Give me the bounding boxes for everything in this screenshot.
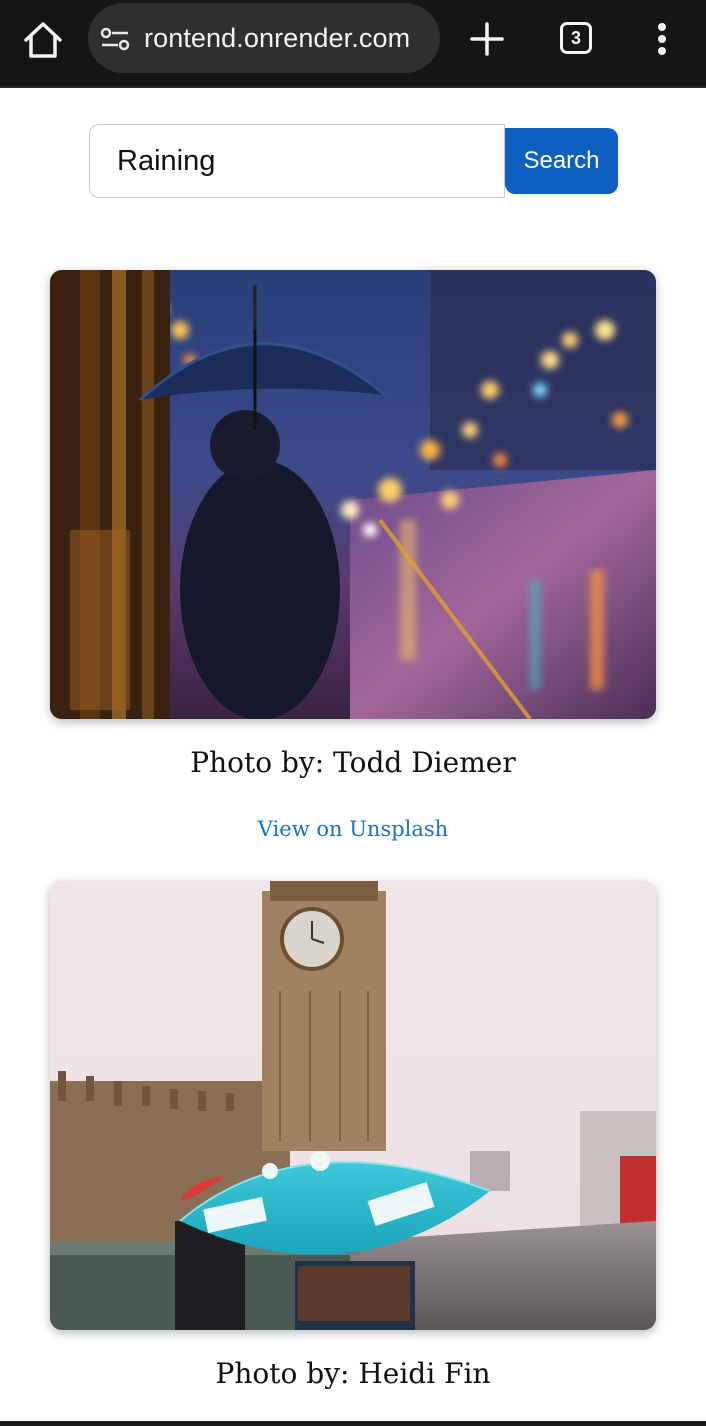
tab-count: 3 xyxy=(570,28,581,48)
photo-credit: Photo by: Heidi Fin xyxy=(215,1357,491,1390)
bottom-edge xyxy=(0,1421,706,1426)
url-text: rontend.onrender.com xyxy=(144,23,411,53)
photo-image[interactable] xyxy=(50,881,656,1330)
search-button[interactable]: Search xyxy=(505,128,618,194)
address-bar[interactable]: rontend.onrender.com xyxy=(88,3,440,73)
tab-switcher-button[interactable]: 3 xyxy=(560,22,592,54)
photo-image[interactable] xyxy=(50,270,656,719)
browser-menu-button[interactable] xyxy=(648,20,676,60)
search-input[interactable] xyxy=(89,124,505,198)
view-on-unsplash-link[interactable]: View on Unsplash xyxy=(50,817,656,841)
search-form: Search xyxy=(89,124,619,198)
home-button[interactable] xyxy=(20,18,66,62)
photo-card: Photo by: Todd Diemer View on Unsplash xyxy=(50,270,656,850)
photo-card: Photo by: Heidi Fin xyxy=(50,881,656,1401)
browser-toolbar: rontend.onrender.com 3 xyxy=(0,0,706,88)
new-tab-button[interactable] xyxy=(466,18,508,60)
more-vert-icon xyxy=(658,23,666,55)
photo-credit: Photo by: Todd Diemer xyxy=(190,746,516,779)
home-icon xyxy=(24,22,62,58)
tune-icon[interactable] xyxy=(100,25,130,53)
plus-icon xyxy=(470,22,504,56)
